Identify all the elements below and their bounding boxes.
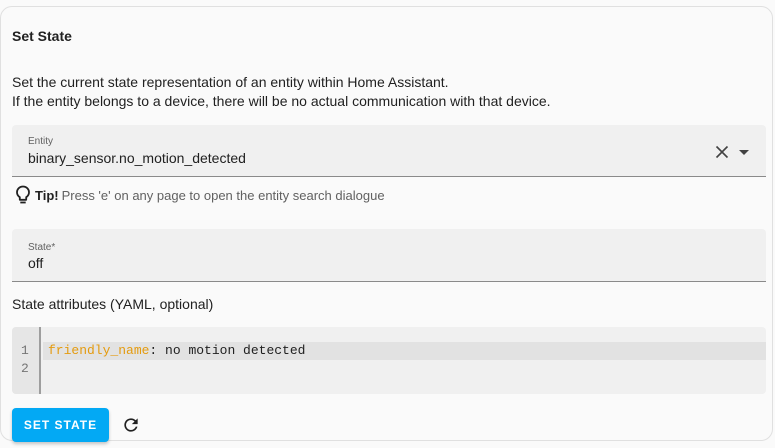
refresh-icon[interactable] <box>121 415 141 435</box>
code-line[interactable]: friendly_name: no motion detected <box>43 342 766 360</box>
entity-value[interactable]: binary_sensor.no_motion_detected <box>28 150 246 166</box>
tip-label: Tip! <box>35 187 59 203</box>
lightbulb-icon <box>16 185 30 204</box>
card-description: Set the current state representation of … <box>12 73 551 111</box>
line-number: 1 <box>21 343 29 358</box>
set-state-card: Set State Set the current state represen… <box>0 6 773 442</box>
entity-label: Entity <box>28 136 54 147</box>
attributes-label: State attributes (YAML, optional) <box>12 296 214 312</box>
state-input[interactable]: State* off <box>12 229 766 282</box>
set-state-button[interactable]: SET STATE <box>12 408 109 442</box>
state-label: State* <box>28 242 56 253</box>
tip-text: Press 'e' on any page to open the entity… <box>61 187 385 203</box>
editor-gutter: 1 2 <box>12 327 41 394</box>
state-value[interactable]: off <box>28 255 43 271</box>
description-line-1: Set the current state representation of … <box>12 74 449 90</box>
yaml-editor[interactable]: 1 2 friendly_name: no motion detected <box>12 327 766 394</box>
close-icon[interactable] <box>715 145 729 159</box>
code-line[interactable] <box>43 360 766 378</box>
tip-row: Tip! Press 'e' on any page to open the e… <box>15 185 385 205</box>
card-title: Set State <box>12 28 72 44</box>
entity-picker[interactable]: Entity binary_sensor.no_motion_detected <box>12 125 766 177</box>
description-line-2: If the entity belongs to a device, there… <box>12 93 551 109</box>
line-number: 2 <box>21 361 29 376</box>
yaml-value: no motion detected <box>157 343 306 358</box>
chevron-down-icon[interactable] <box>738 149 750 156</box>
yaml-key: friendly_name <box>48 343 150 358</box>
